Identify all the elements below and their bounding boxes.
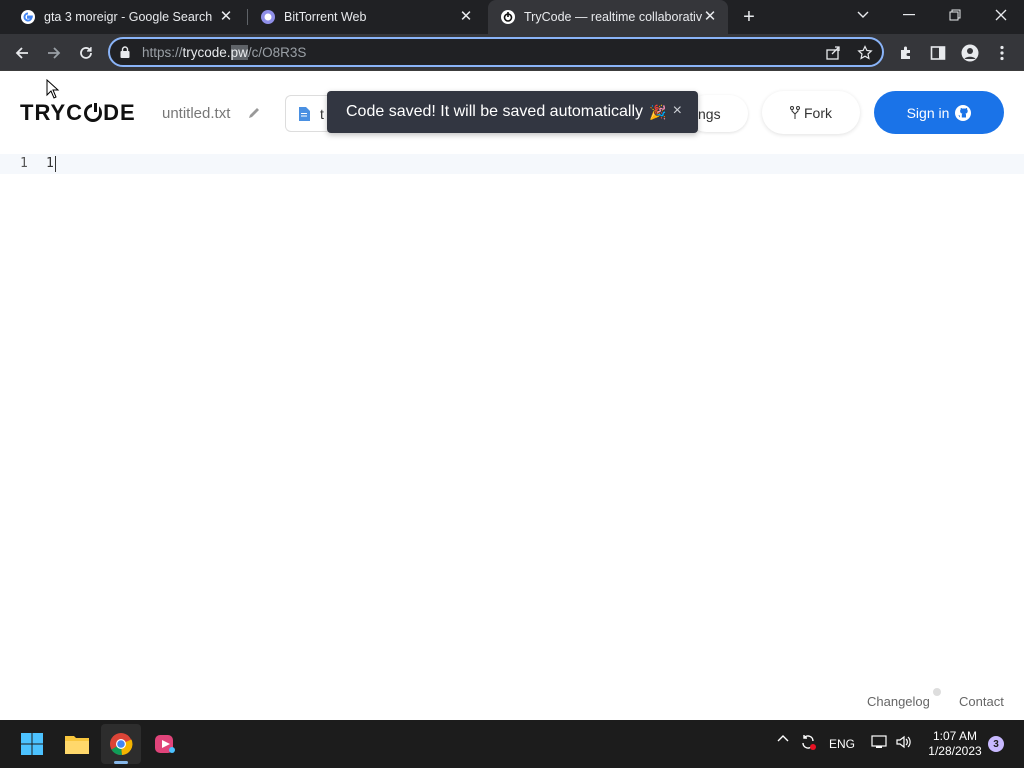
menu-kebab-icon[interactable] (989, 40, 1015, 66)
share-icon[interactable] (824, 44, 842, 62)
bittorrent-icon (260, 9, 276, 25)
settings-label: ngs (698, 105, 721, 122)
bookmark-star-icon[interactable] (856, 44, 874, 62)
sign-in-label: Sign in (906, 104, 950, 121)
tab-trycode[interactable]: TryCode — realtime collaborative ✕ (488, 0, 728, 34)
changelog-indicator-dot (933, 688, 941, 696)
party-popper-icon: 🎉 (649, 103, 667, 120)
address-bar[interactable]: https://trycode.pw/c/O8R3S (108, 37, 884, 67)
fork-button[interactable]: Fork (762, 91, 860, 134)
line-number: 1 (20, 156, 28, 171)
sign-in-button[interactable]: Sign in (874, 91, 1004, 134)
side-panel-icon[interactable] (925, 40, 951, 66)
tab-title: BitTorrent Web (284, 10, 367, 24)
active-line-highlight (0, 154, 1024, 174)
back-button[interactable] (9, 40, 35, 66)
file-explorer-icon[interactable] (63, 730, 91, 758)
notification-badge[interactable]: 3 (988, 736, 1004, 752)
github-icon (955, 104, 972, 121)
chrome-taskbar-icon[interactable] (101, 724, 141, 764)
tab-bittorrent[interactable]: BitTorrent Web ✕ (248, 0, 484, 34)
url-text[interactable]: https://trycode.pw/c/O8R3S (142, 44, 307, 60)
new-tab-button[interactable]: + (738, 6, 760, 28)
fork-label: Fork (804, 104, 832, 121)
logo-text-start: TRYC (20, 100, 84, 125)
network-icon[interactable] (871, 734, 887, 750)
close-icon[interactable]: ✕ (458, 9, 474, 25)
filename-label[interactable]: untitled.txt (162, 105, 230, 122)
pencil-icon[interactable] (247, 106, 261, 120)
url-selection: pw (230, 44, 248, 60)
google-icon (20, 9, 36, 25)
forward-button[interactable] (41, 40, 67, 66)
toast-close-button[interactable]: × (673, 103, 682, 119)
tab-google-search[interactable]: gta 3 moreigr - Google Search ✕ (8, 0, 244, 34)
toast-message: Code saved! It will be saved automatical… (346, 103, 644, 120)
close-icon[interactable]: ✕ (218, 9, 234, 25)
code-editor[interactable]: 1 1 (0, 154, 1024, 174)
tab-title: gta 3 moreigr - Google Search (44, 10, 213, 24)
mouse-cursor-icon (46, 79, 60, 99)
contact-link[interactable]: Contact (959, 694, 1004, 709)
profile-icon[interactable] (957, 40, 983, 66)
trycode-logo[interactable]: TRYC DE (20, 100, 136, 126)
logo-text-end: DE (103, 100, 136, 125)
fork-icon (790, 105, 800, 120)
url-scheme: https:// (142, 44, 183, 60)
browser-toolbar: https://trycode.pw/c/O8R3S (0, 34, 1024, 71)
language-label: t (320, 105, 324, 122)
code-line[interactable]: 1 (46, 156, 54, 171)
changelog-link[interactable]: Changelog (867, 694, 930, 709)
show-hidden-icons-button[interactable] (777, 734, 789, 742)
tab-title: TryCode — realtime collaborative (524, 10, 702, 24)
tab-search-button[interactable] (840, 0, 886, 30)
trycode-icon (500, 9, 516, 25)
extensions-icon[interactable] (893, 40, 919, 66)
active-app-indicator (114, 761, 128, 764)
system-clock[interactable]: 1:07 AM 1/28/2023 (922, 729, 988, 759)
minimize-button[interactable] (886, 0, 932, 30)
text-caret (55, 156, 56, 172)
lock-icon[interactable] (120, 46, 130, 58)
sync-icon[interactable] (799, 733, 817, 751)
media-app-icon[interactable] (151, 730, 179, 758)
reload-button[interactable] (73, 40, 99, 66)
url-host: trycode. (182, 44, 231, 60)
url-path: /c/O8R3S (247, 44, 307, 60)
file-icon (298, 106, 310, 121)
power-icon (84, 103, 103, 122)
clock-date: 1/28/2023 (928, 744, 982, 758)
close-window-button[interactable] (978, 0, 1024, 30)
windows-taskbar: ENG 1:07 AM 1/28/2023 3 (0, 720, 1024, 768)
clock-time: 1:07 AM (932, 729, 978, 743)
close-icon[interactable]: ✕ (702, 9, 718, 25)
windows-start-icon[interactable] (18, 730, 46, 758)
restore-button[interactable] (932, 0, 978, 30)
language-indicator[interactable]: ENG (829, 737, 855, 751)
save-notification-toast: Code saved! It will be saved automatical… (327, 91, 698, 133)
trycode-page: TRYC DE untitled.txt t ngs Fork Sign in C… (0, 72, 1024, 720)
browser-tab-strip: gta 3 moreigr - Google Search ✕ BitTorre… (0, 0, 1024, 34)
volume-icon[interactable] (895, 734, 913, 750)
